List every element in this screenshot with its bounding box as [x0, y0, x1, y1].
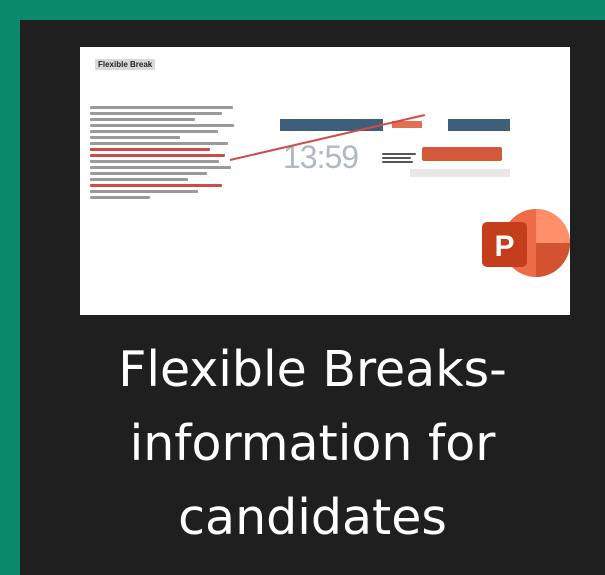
- slide-title: Flexible Break: [95, 59, 156, 70]
- slide-red-button: [422, 147, 502, 161]
- slide-thumbnail: Flexible Break 13:59 P: [80, 47, 570, 315]
- powerpoint-icon: P: [482, 209, 570, 277]
- slide-dots-row: [410, 169, 510, 177]
- file-title: Flexible Breaks- information for candida…: [118, 341, 507, 546]
- slide-small-text: [382, 151, 416, 165]
- slide-header-bar-right: [448, 119, 510, 131]
- file-tile[interactable]: Flexible Break 13:59 P Flexible Breaks- …: [20, 20, 605, 575]
- slide-bullet-list: [90, 103, 240, 202]
- svg-text:P: P: [494, 230, 514, 263]
